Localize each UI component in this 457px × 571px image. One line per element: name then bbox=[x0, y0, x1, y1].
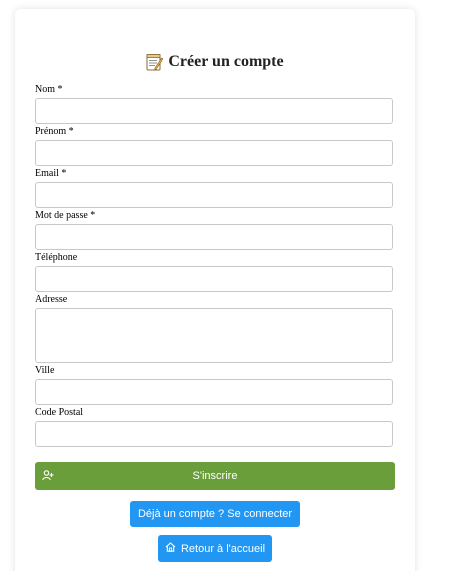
password-input[interactable] bbox=[35, 224, 393, 250]
register-card: Créer un compte Nom * Prénom * Email * M… bbox=[15, 9, 415, 571]
home-button-label: Retour à l'accueil bbox=[180, 542, 266, 555]
home-icon bbox=[165, 542, 176, 555]
register-button[interactable]: S'inscrire bbox=[35, 462, 395, 490]
prenom-label: Prénom * bbox=[35, 126, 74, 137]
adresse-label: Adresse bbox=[35, 294, 68, 305]
login-button-label: Déjà un compte ? Se connecter bbox=[137, 508, 293, 520]
email-input[interactable] bbox=[35, 182, 393, 208]
nom-input[interactable] bbox=[35, 98, 393, 124]
email-label: Email * bbox=[35, 168, 67, 179]
user-plus-icon bbox=[42, 470, 54, 484]
page-title-text: Créer un compte bbox=[168, 53, 284, 70]
login-button[interactable]: Déjà un compte ? Se connecter bbox=[130, 501, 300, 527]
code-postal-input[interactable] bbox=[35, 421, 393, 447]
home-button[interactable]: Retour à l'accueil bbox=[158, 535, 272, 562]
password-label: Mot de passe * bbox=[35, 210, 96, 221]
memo-icon bbox=[146, 53, 164, 71]
code-postal-label: Code Postal bbox=[35, 407, 84, 418]
page-title: Créer un compte bbox=[15, 53, 415, 71]
telephone-input[interactable] bbox=[35, 266, 393, 292]
ville-input[interactable] bbox=[35, 379, 393, 405]
telephone-label: Téléphone bbox=[35, 252, 78, 263]
nom-label: Nom * bbox=[35, 84, 63, 95]
prenom-input[interactable] bbox=[35, 140, 393, 166]
adresse-textarea[interactable] bbox=[35, 308, 393, 363]
register-button-label: S'inscrire bbox=[192, 470, 238, 482]
ville-label: Ville bbox=[35, 365, 55, 376]
